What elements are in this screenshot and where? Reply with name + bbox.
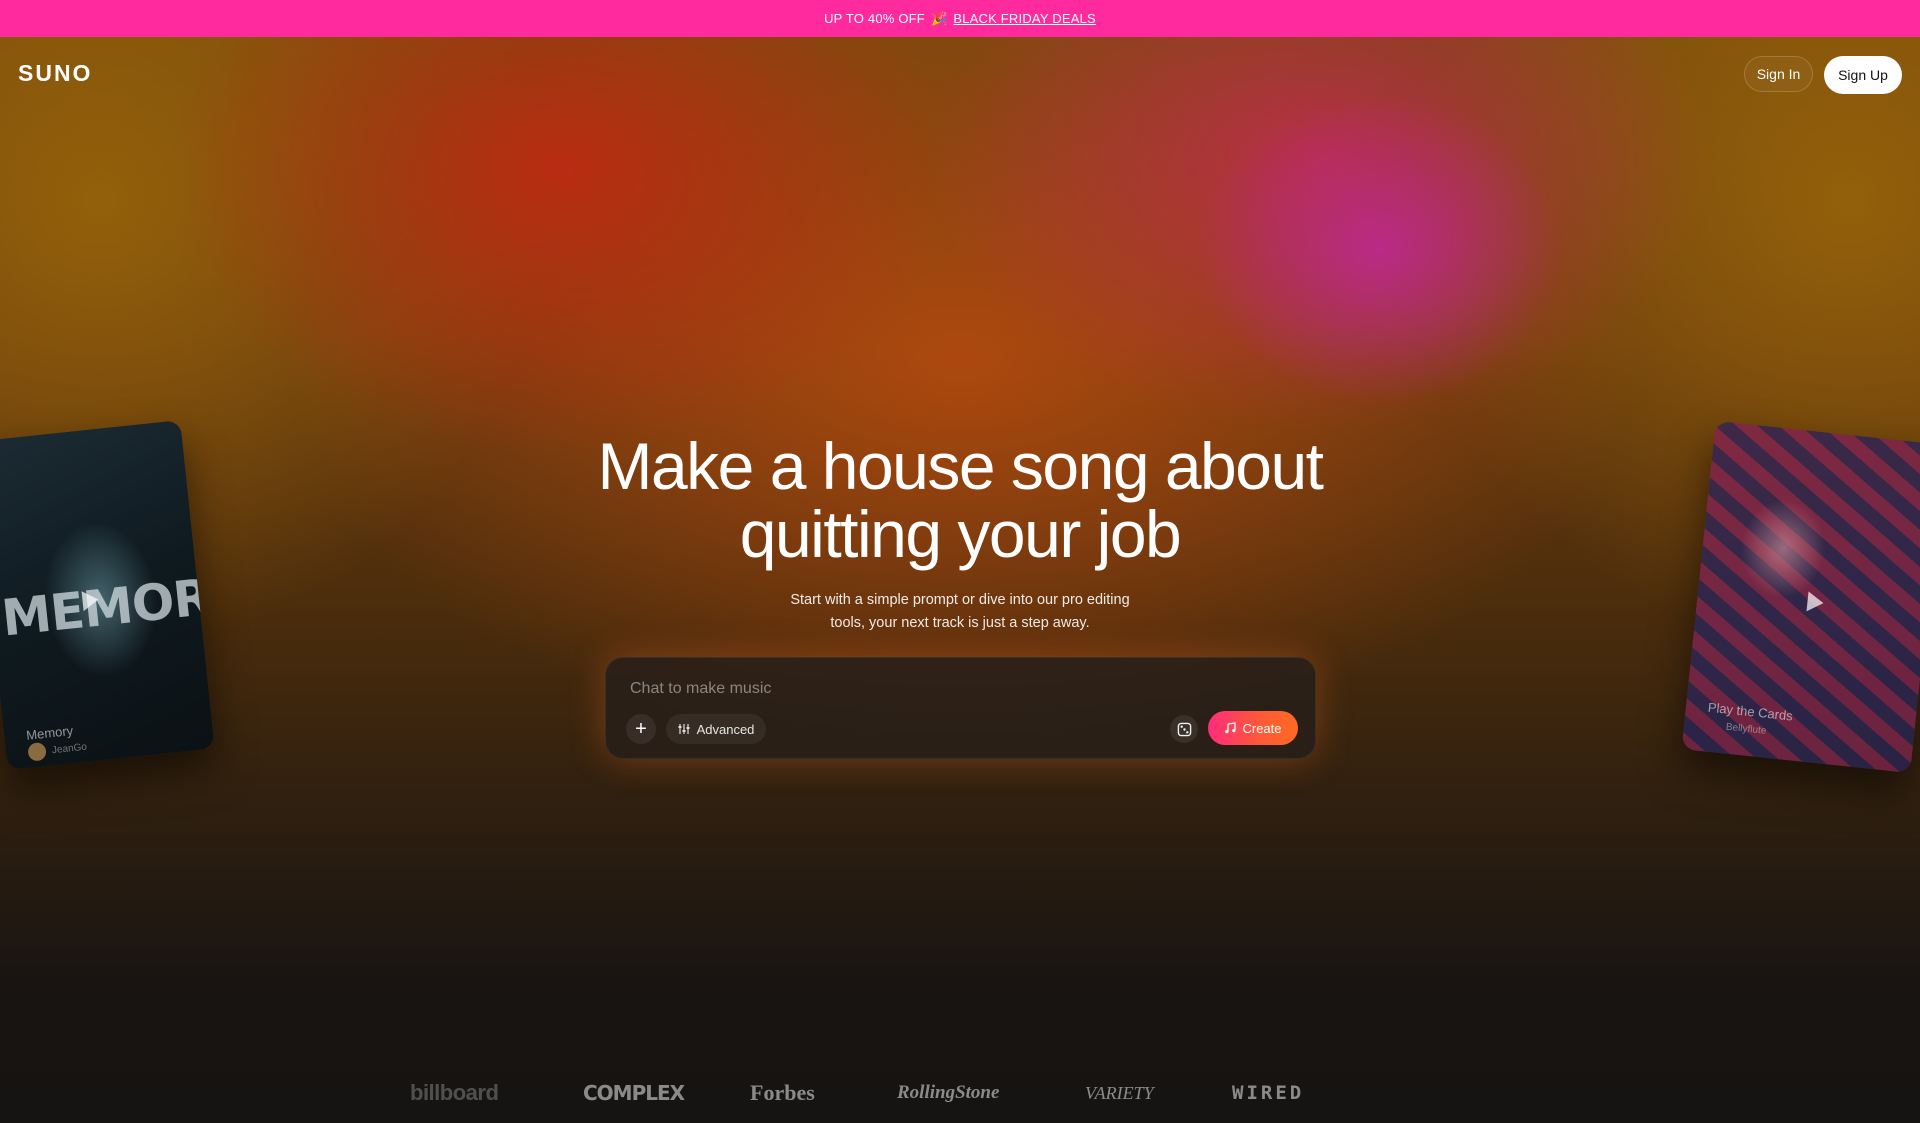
hero-subtitle-line-2: tools, your next track is just a step aw… [830,615,1090,631]
sign-up-button[interactable]: Sign Up [1824,56,1902,94]
billboard-logo: billboard [410,1080,499,1105]
dice-icon [1177,722,1191,736]
rolling-stone-logo: RollingStone [897,1082,1000,1103]
advanced-button[interactable]: Advanced [666,714,766,744]
play-icon[interactable] [1806,591,1825,614]
press-logos: billboard COMPLEX Forbes RollingStone VA… [400,1078,1340,1108]
card-song-title: Memory [25,722,74,743]
artist-avatar [27,741,47,762]
promo-banner: UP TO 40% OFF 🎉 BLACK FRIDAY DEALS [0,0,1920,37]
song-card-memory[interactable]: MEMORY Memory JeanGo [0,420,215,770]
card-artist-name: JeanGo [51,741,88,757]
card-song-title: Play the Cards [1707,699,1794,724]
sliders-icon [678,724,690,734]
forbes-logo: Forbes [750,1080,815,1105]
landing-page: UP TO 40% OFF 🎉 BLACK FRIDAY DEALS SUNO … [0,0,1920,1123]
card-artist-name: Bellyflute [1725,721,1767,737]
promo-text: UP TO 40% OFF [824,11,925,26]
sign-in-button[interactable]: Sign In [1744,56,1813,92]
hero-title: Make a house song about quitting your jo… [460,432,1460,568]
hero-subtitle-line-1: Start with a simple prompt or dive into … [790,592,1130,608]
plus-icon: + [635,717,647,740]
music-prompt-composer: + Advanced [605,657,1316,759]
hero-title-line-1: Make a house song about [597,429,1324,503]
suno-logo[interactable]: SUNO [18,60,92,87]
music-note-icon [1225,722,1237,734]
party-popper-icon: 🎉 [930,10,948,26]
song-card-play-the-cards[interactable]: Play the Cards Bellyflute [1681,420,1920,774]
complex-logo: COMPLEX [583,1081,685,1105]
variety-logo: VARIETY [1085,1082,1154,1103]
create-button[interactable]: Create [1208,711,1298,745]
random-prompt-button[interactable] [1170,715,1198,743]
advanced-label: Advanced [696,721,755,737]
create-label: Create [1242,720,1282,736]
play-icon[interactable] [81,589,100,612]
add-attachment-button[interactable]: + [626,714,656,744]
black-friday-link[interactable]: BLACK FRIDAY DEALS [953,11,1096,26]
prompt-input[interactable] [628,677,1288,701]
card-art-title: MEMORY [0,564,215,648]
hero-subtitle: Start with a simple prompt or dive into … [760,589,1160,635]
hero-title-line-2: quitting your job [739,497,1182,571]
wired-logo: WIRED [1232,1082,1305,1104]
